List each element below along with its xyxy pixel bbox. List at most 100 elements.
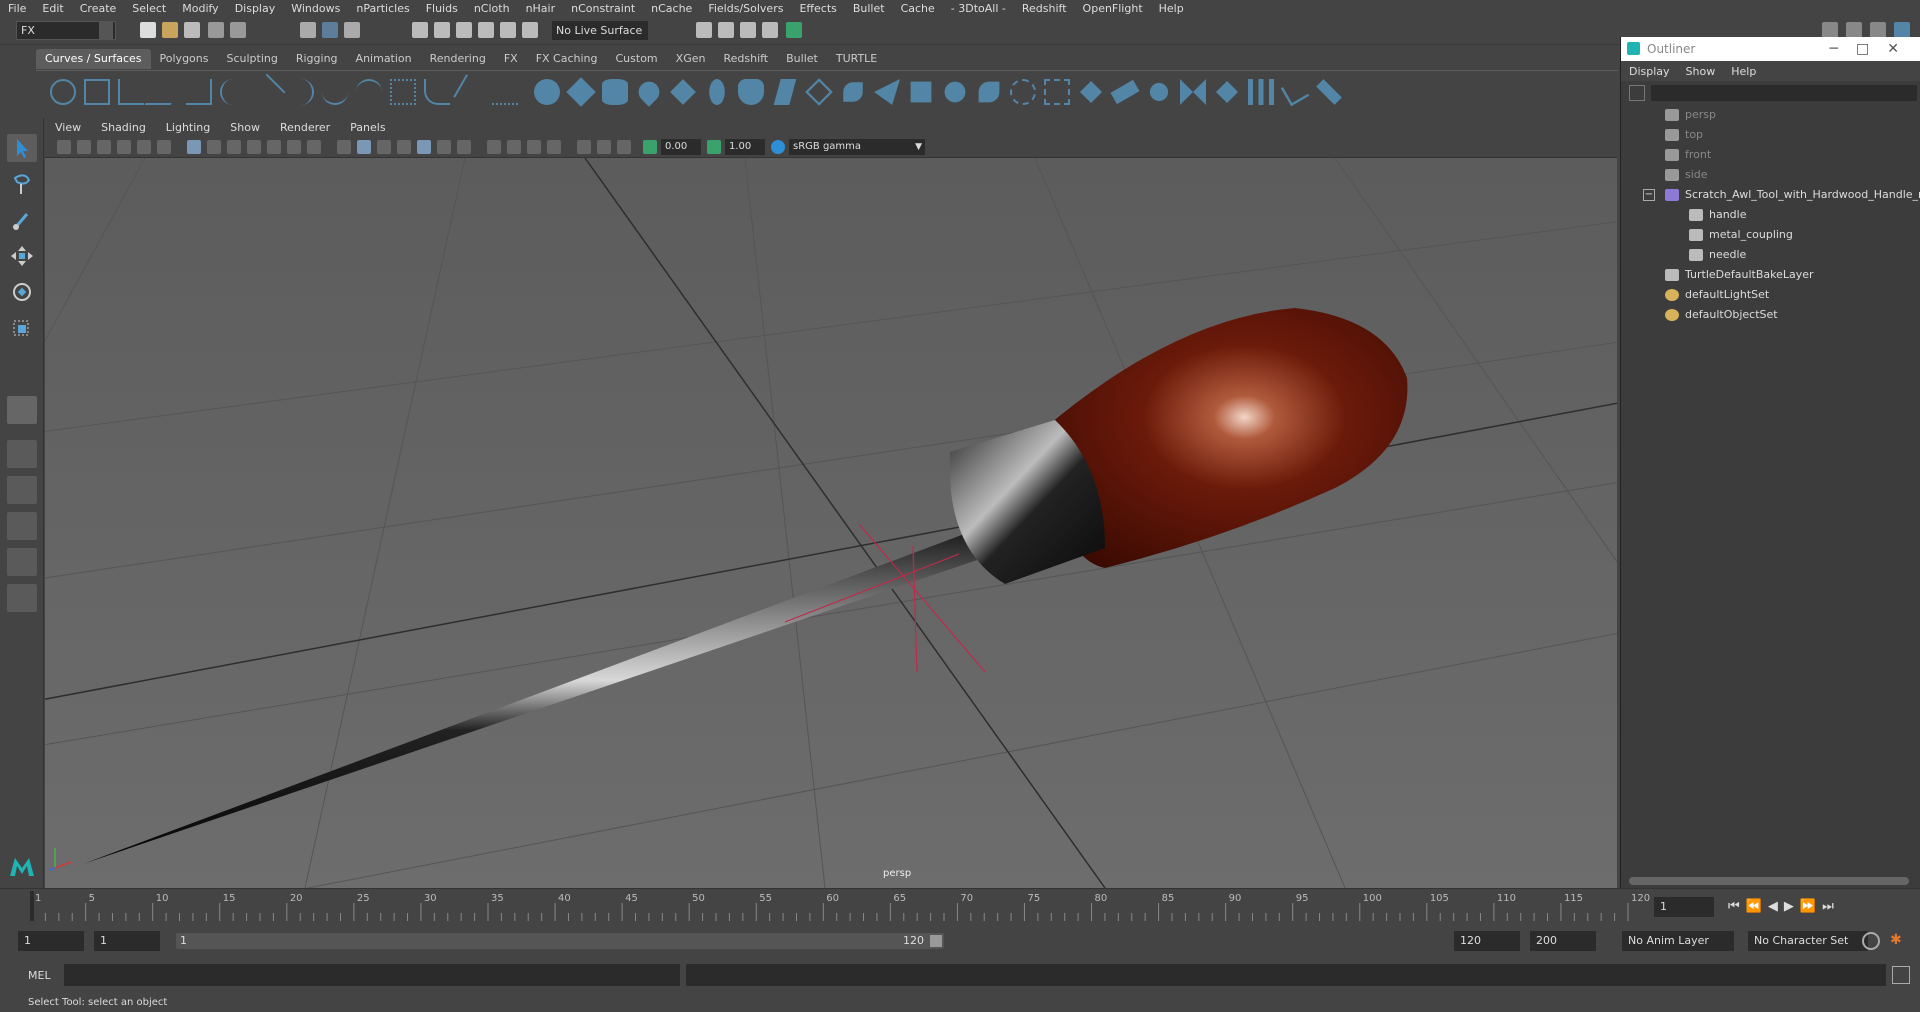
shelf-tab-custom[interactable]: Custom [607,49,667,69]
default-material-icon[interactable] [397,140,411,154]
paint-select-icon[interactable] [7,206,37,234]
go-to-start-icon[interactable]: ⏮ [1728,899,1746,914]
collapse-icon[interactable]: − [1643,189,1655,201]
surface-edit-icon[interactable] [1280,77,1310,107]
extend-curve-icon[interactable] [424,79,450,105]
menu-effects[interactable]: Effects [791,2,844,15]
four-view-layout-icon[interactable] [7,440,37,468]
insert-knot-icon[interactable] [390,79,416,105]
play-icon[interactable]: ▶ [1784,899,1800,914]
undo-icon[interactable] [208,22,224,38]
exposure-field[interactable]: 0.00 [661,139,701,155]
shelf-tab-polygons[interactable]: Polygons [151,49,218,69]
menu-create[interactable]: Create [72,2,125,15]
menu-select[interactable]: Select [124,2,174,15]
nurbs-cone-icon[interactable] [634,77,664,107]
outliner-item-top[interactable]: top [1665,125,1703,145]
panel-menu-shading[interactable]: Shading [91,121,156,134]
maximize-icon[interactable]: □ [1856,41,1887,57]
hypershade-layout-icon[interactable] [7,548,37,576]
gamma-field[interactable]: 1.00 [725,139,765,155]
select-component-icon[interactable] [344,22,360,38]
exposure-icon[interactable] [643,140,657,154]
menu-edit[interactable]: Edit [34,2,71,15]
save-scene-icon[interactable] [184,22,200,38]
shelf-tab-rigging[interactable]: Rigging [287,49,347,69]
outliner-menu-show[interactable]: Show [1678,65,1724,78]
range-slider[interactable]: 1 120 [176,933,944,949]
safe-action-icon[interactable] [287,140,301,154]
anti-aliasing-icon[interactable] [507,140,521,154]
character-set-select[interactable]: No Character Set [1748,931,1868,951]
shelf-tab-curves-surfaces[interactable]: Curves / Surfaces [36,49,151,69]
outliner-item-scratch-awl-tool-with-hardwood-handle-n[interactable]: Scratch_Awl_Tool_with_Hardwood_Handle_n [1665,185,1920,205]
arc-icon[interactable] [220,79,246,105]
view-transform-select[interactable]: sRGB gamma ▼ [789,139,925,155]
channel-box-icon[interactable] [1894,22,1910,38]
resolution-gate-icon[interactable] [227,140,241,154]
nurbs-plane-icon[interactable] [670,79,696,105]
cut-curve-icon[interactable] [248,73,286,111]
hypershade-icon[interactable] [786,22,802,38]
boundary-icon[interactable] [910,81,932,103]
smooth-shade-icon[interactable] [357,140,371,154]
xray-joints-icon[interactable] [597,140,611,154]
perspective-outliner-layout-icon[interactable] [7,476,37,504]
shelf-tab-bullet[interactable]: Bullet [777,49,827,69]
extrude-icon[interactable] [843,82,863,102]
menu-file[interactable]: File [0,2,34,15]
depth-of-field-icon[interactable] [527,140,541,154]
menu-cache[interactable]: Cache [893,2,943,15]
rebuild-curve-icon[interactable] [356,79,382,105]
menu-display[interactable]: Display [227,2,284,15]
outliner-item-front[interactable]: front [1665,145,1711,165]
revolve-icon[interactable] [738,79,764,105]
scene-end-field[interactable]: 200 [1530,931,1596,951]
outliner-search-input[interactable] [1651,85,1917,101]
panel-menu-show[interactable]: Show [220,121,270,134]
gamma-icon[interactable] [707,140,721,154]
film-gate-icon[interactable] [207,140,221,154]
playback-end-field[interactable]: 120 [1454,931,1520,951]
ambient-occlusion-icon[interactable] [487,140,501,154]
outliner-layout-icon[interactable] [7,584,37,612]
field-chart-icon[interactable] [267,140,281,154]
2d-pan-zoom-icon[interactable] [137,140,151,154]
chevron-down-icon[interactable]: ▼ [915,139,922,155]
safe-title-icon[interactable] [307,140,321,154]
select-object-icon[interactable] [322,22,338,38]
time-slider-ruler[interactable]: 1 5 10 15 20 25 30 35 40 45 50 55 60 65 70 75 80 85 90 95 10… [28,889,1668,925]
loft-icon[interactable] [773,79,797,105]
nurbs-cube-icon[interactable] [566,77,596,107]
camera-attributes-icon[interactable] [77,140,91,154]
outliner-item-needle[interactable]: needle [1689,245,1746,265]
panel-menu-renderer[interactable]: Renderer [270,121,340,134]
gate-mask-icon[interactable] [247,140,261,154]
snap-projected-icon[interactable] [478,22,494,38]
menu-ncloth[interactable]: nCloth [466,2,518,15]
grid-icon[interactable] [187,140,201,154]
time-slider[interactable]: 1 5 10 15 20 25 30 35 40 45 50 55 60 65 70 75 80 85 90 95 10… [0,888,1920,924]
outliner-item-metal-coupling[interactable]: metal_coupling [1689,225,1793,245]
nurbs-square-icon[interactable] [84,79,110,105]
grease-pencil-icon[interactable] [157,140,171,154]
bookmarks-icon[interactable] [97,140,111,154]
menu-set-select[interactable]: FX [16,21,116,40]
select-tool-icon[interactable] [7,134,37,162]
rebuild-surface-icon[interactable] [1248,79,1274,105]
current-time-indicator[interactable] [30,891,34,921]
toggle-panels-icon[interactable] [1846,22,1862,38]
outliner-item-turtledefaultbakelayer[interactable]: TurtleDefaultBakeLayer [1665,265,1814,285]
outliner-item-handle[interactable]: handle [1689,205,1747,225]
redo-icon[interactable] [230,22,246,38]
custom-layout-icon[interactable] [7,628,37,656]
shelf-tab-fx[interactable]: FX [495,49,527,69]
color-management-icon[interactable] [771,140,785,154]
stitch-icon[interactable] [1180,79,1206,105]
current-frame-field[interactable]: 1 [1654,897,1714,917]
rotate-tool-icon[interactable] [7,278,37,306]
wireframe-on-shaded-icon[interactable] [377,140,391,154]
nurbs-circle-icon[interactable] [50,79,76,105]
detach-surface-icon[interactable] [1110,79,1140,105]
live-surface-field[interactable]: No Live Surface [552,21,648,40]
